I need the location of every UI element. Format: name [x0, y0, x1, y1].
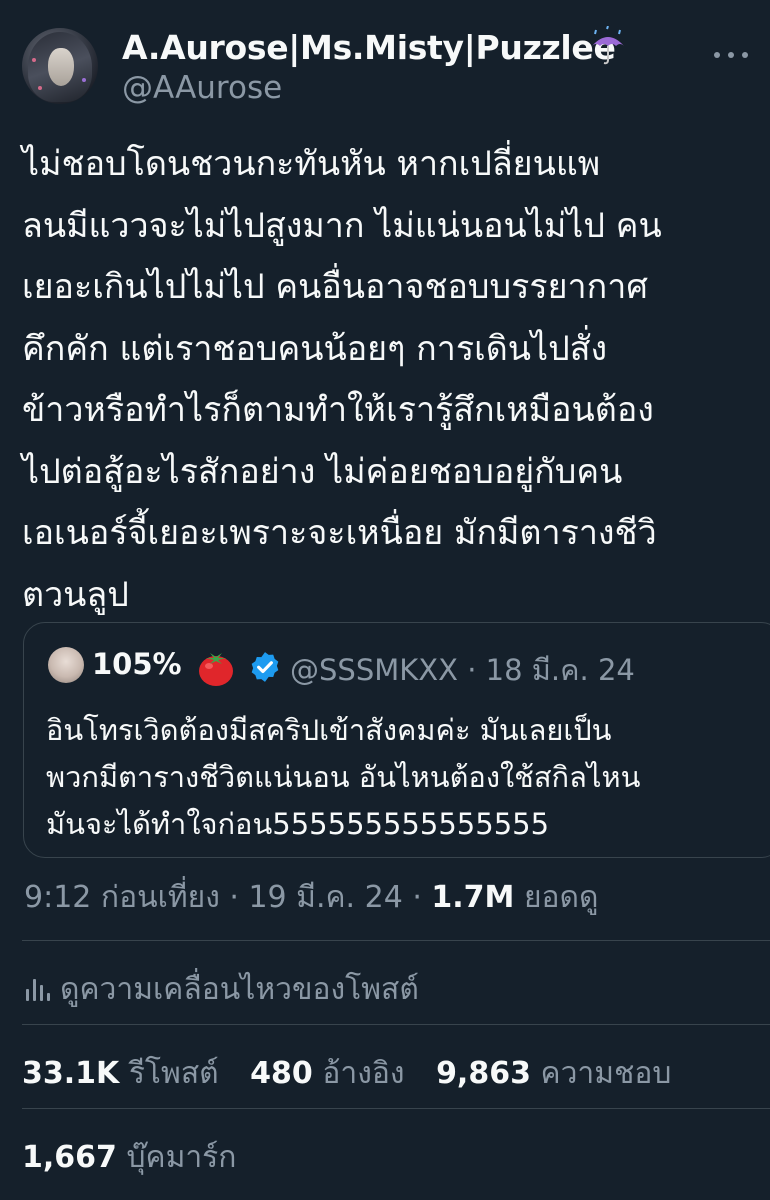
likes-count: 9,863: [436, 1056, 531, 1091]
author-handle[interactable]: @AAurose: [122, 70, 282, 106]
tweet-text: ไม่ชอบโดนชวนกะทันหัน หากเปลี่ยนแพ ลนมีแว…: [22, 134, 762, 626]
more-options-icon[interactable]: [708, 40, 758, 70]
bookmarks-label: บุ๊คมาร์ก: [126, 1140, 237, 1175]
tweet-timestamp[interactable]: 9:12 ก่อนเที่ยง · 19 มี.ค. 24 ·: [24, 880, 431, 915]
tweet-text-line: ไม่ชอบโดนชวนกะทันหัน หากเปลี่ยนแพ: [22, 144, 601, 184]
avatar-face: [48, 48, 74, 86]
more-dot: [728, 52, 734, 58]
tomato-icon: [199, 653, 233, 686]
quoted-text-line: พวกมีตารางชีวิตแน่นอน อันไหนต้องใช้สกิลไ…: [46, 760, 641, 794]
tweet-timestamp-row: 9:12 ก่อนเที่ยง · 19 มี.ค. 24 · 1.7M ยอด…: [24, 874, 599, 921]
quotes-stat[interactable]: 480 อ้างอิง: [250, 1056, 404, 1091]
quoted-tweet-meta[interactable]: @SSSMKXX · 18 มี.ค. 24: [290, 647, 635, 693]
quotes-label: อ้างอิง: [322, 1056, 405, 1091]
tweet-text-line: เยอะเกินไปไม่ไป คนอื่นอาจชอบบรรยากาศ: [22, 267, 648, 307]
tweet-text-line: ตวนลูป: [22, 574, 129, 615]
views-count: 1.7M: [431, 880, 515, 915]
more-dot: [714, 52, 720, 58]
quoted-text-line: อินโทรเวิดต้องมีสคริปเข้าสังคมค่ะ มันเลย…: [46, 713, 612, 747]
likes-stat[interactable]: 9,863 ความชอบ: [436, 1056, 671, 1091]
quoted-tweet-text: อินโทรเวิดต้องมีสคริปเข้าสังคมค่ะ มันเลย…: [46, 707, 766, 848]
tweet-text-line: ลนมีแววจะไม่ไปสูงมาก ไม่แน่นอนไม่ไป คน: [22, 205, 662, 246]
divider: [22, 1024, 770, 1025]
reposts-count: 33.1K: [22, 1056, 120, 1091]
avatar-sparkle: [38, 86, 42, 90]
post-analytics-label: ดูความเคลื่อนไหวของโพสต์: [60, 972, 419, 1007]
tweet-text-line: ข้าวหรือทำไรก็ตามทำให้เรารู้สึกเหมือนต้อ…: [22, 390, 654, 430]
quoted-tweet-card[interactable]: 105% @SSSMKXX · 18 มี.ค. 24 อินโทรเวิดต้…: [23, 622, 770, 858]
likes-label: ความชอบ: [540, 1056, 672, 1091]
verified-badge-icon: [251, 652, 279, 682]
post-analytics-link[interactable]: ดูความเคลื่อนไหวของโพสต์: [22, 966, 419, 1007]
tweet-text-line: ไปต่อสู้อะไรสักอย่าง ไม่ค่อยชอบอยู่กับคน: [22, 451, 623, 492]
divider: [22, 940, 770, 941]
tweet-detail: A.Aurose|Ms.Misty|Puzzlee @AAurose ไม่ชอ…: [0, 0, 770, 1200]
avatar-sparkle: [32, 58, 36, 62]
author-avatar[interactable]: [22, 28, 98, 104]
quoted-text-line: มันจะได้ทำใจก่อน555555555555555: [46, 807, 550, 841]
quotes-count: 480: [250, 1056, 313, 1091]
reposts-label: รีโพสต์: [128, 1056, 219, 1091]
bookmarks-count: 1,667: [22, 1140, 117, 1175]
analytics-bar-chart-icon: [22, 975, 52, 1005]
tweet-text-line: เอเนอร์จี้เยอะเพราะจะเหนื่อย มักมีตารางช…: [22, 513, 657, 553]
reposts-stat[interactable]: 33.1K รีโพสต์: [22, 1056, 219, 1091]
divider: [22, 1108, 770, 1109]
engagement-stats: 33.1K รีโพสต์ 480 อ้างอิง 9,863 ความชอบ: [22, 1050, 693, 1097]
avatar-sparkle: [82, 78, 86, 82]
more-dot: [742, 52, 748, 58]
quoted-author-name[interactable]: 105%: [92, 647, 182, 681]
umbrella-with-rain-icon: [592, 26, 624, 65]
views-label: ยอดดู: [514, 880, 599, 915]
bookmarks-stat[interactable]: 1,667 บุ๊คมาร์ก: [22, 1134, 236, 1181]
quoted-author-avatar[interactable]: [48, 647, 84, 683]
tweet-text-line: คึกคัก แต่เราชอบคนน้อยๆ การเดินไปสั่ง: [22, 328, 608, 369]
author-display-name[interactable]: A.Aurose|Ms.Misty|Puzzlee: [122, 28, 616, 67]
